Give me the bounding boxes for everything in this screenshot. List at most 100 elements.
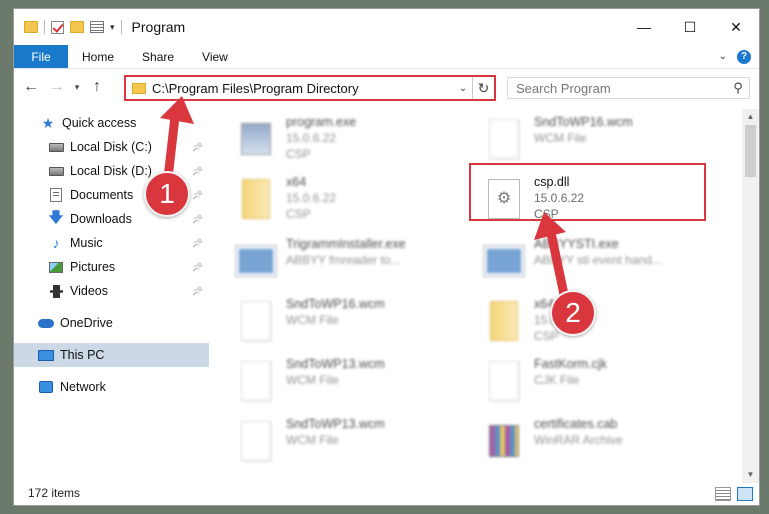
pictures-icon	[48, 260, 64, 274]
pin-icon[interactable]: 📌︎	[192, 166, 203, 177]
file-icon	[482, 115, 526, 163]
ribbon-right-controls: ⌄ ?	[719, 45, 759, 68]
sidebar-item-this-pc[interactable]: This PC	[14, 343, 209, 367]
tab-home[interactable]: Home	[68, 45, 128, 68]
file-type: CJK File	[534, 373, 580, 387]
up-button[interactable]: ↑	[84, 78, 110, 96]
tab-file[interactable]: File	[14, 45, 68, 68]
sidebar-item-onedrive[interactable]: OneDrive	[14, 311, 209, 335]
sidebar-item-label: Downloads	[70, 212, 132, 226]
file-name: program.exe	[286, 115, 357, 129]
file-item[interactable]: certificates.cab WinRAR Archive	[482, 413, 722, 473]
sidebar-item-quick-access[interactable]: ★ Quick access	[14, 111, 209, 135]
pin-icon[interactable]: 📌︎	[192, 286, 203, 297]
file-item-csp-dll[interactable]: ⚙ csp.dll 15.0.6.22 CSP	[482, 171, 722, 231]
close-button[interactable]: ✕	[713, 9, 759, 45]
search-input[interactable]	[508, 80, 727, 96]
file-item[interactable]: x64 15.0.6.22 CSP	[482, 293, 722, 353]
address-path[interactable]: C:\Program Files\Program Directory	[152, 81, 454, 96]
exe-file-icon	[234, 115, 278, 163]
search-box[interactable]: ⚲	[507, 77, 750, 99]
sidebar-item-label: Local Disk (C:)	[70, 140, 152, 154]
file-item[interactable]: TrigrammInstaller.exe ABBYY fmreader to.…	[234, 233, 474, 293]
sidebar-item-label: Music	[70, 236, 103, 250]
sidebar-item-label: Pictures	[70, 260, 116, 274]
refresh-icon[interactable]: ↻	[472, 77, 494, 99]
tab-share[interactable]: Share	[128, 45, 188, 68]
pin-icon[interactable]: 📌︎	[192, 190, 203, 201]
view-buttons	[715, 487, 753, 501]
sidebar-item-music[interactable]: ♪ Music 📌︎	[14, 231, 209, 255]
file-item[interactable]: SndToWP13.wcm WCM File	[234, 413, 474, 473]
sidebar-item-label: OneDrive	[60, 316, 113, 330]
sidebar-item-label: Videos	[70, 284, 108, 298]
maximize-button[interactable]: ☐	[667, 9, 713, 45]
file-description: CSP	[286, 147, 311, 161]
dll-file-icon: ⚙	[482, 175, 526, 223]
sidebar-item-label: Local Disk (D:)	[70, 164, 152, 178]
step-badge-2: 2	[550, 290, 596, 336]
item-count: 172 items	[28, 486, 81, 500]
file-description: ABBYY sti event hand...	[534, 253, 662, 267]
file-name: csp.dll	[534, 175, 570, 189]
file-item[interactable]: SndToWP16.wcm WCM File	[234, 293, 474, 353]
file-icon	[482, 357, 526, 405]
file-type: WCM File	[286, 313, 339, 327]
customize-toolbar-chevron-icon[interactable]: ▾	[110, 22, 115, 33]
new-folder-icon[interactable]	[70, 21, 84, 33]
title-bar: ▾ Program — ☐ ✕	[14, 9, 759, 45]
scrollbar-thumb[interactable]	[745, 125, 756, 177]
pin-icon[interactable]: 📌︎	[192, 214, 203, 225]
sidebar-item-videos[interactable]: Videos 📌︎	[14, 279, 209, 303]
sidebar-item-label: Quick access	[62, 116, 137, 130]
minimize-button[interactable]: —	[621, 9, 667, 45]
file-item[interactable]: FastKorm.cjk CJK File	[482, 353, 722, 413]
sidebar-item-pictures[interactable]: Pictures 📌︎	[14, 255, 209, 279]
window-controls: — ☐ ✕	[621, 9, 759, 45]
help-icon[interactable]: ?	[737, 49, 751, 64]
file-item[interactable]: SndToWP13.wcm WCM File	[234, 353, 474, 413]
back-button[interactable]: ←	[18, 78, 44, 96]
file-item[interactable]: ABBYYSTI.exe ABBYY sti event hand...	[482, 233, 722, 293]
pin-icon[interactable]: 📌︎	[192, 142, 203, 153]
file-name: SndToWP16.wcm	[534, 115, 633, 129]
pin-icon[interactable]: 📌︎	[192, 238, 203, 249]
folder-icon	[24, 21, 38, 33]
tiles-view-icon[interactable]	[737, 487, 753, 501]
details-view-icon[interactable]	[715, 487, 731, 501]
ribbon-tabs: File Home Share View ⌄ ?	[14, 45, 759, 69]
file-item[interactable]: SndToWP16.wcm WCM File	[482, 111, 722, 171]
file-name: SndToWP13.wcm	[286, 417, 385, 431]
properties-check-icon[interactable]	[51, 20, 64, 34]
address-history-chevron-icon[interactable]: ⌄	[454, 83, 472, 94]
file-item[interactable]: program.exe 15.0.6.22 CSP	[234, 111, 474, 171]
star-icon: ★	[41, 114, 55, 131]
expand-ribbon-chevron-icon[interactable]: ⌄	[719, 51, 727, 62]
folder-icon	[132, 82, 146, 94]
folder-icon	[234, 175, 278, 223]
app-file-icon	[234, 237, 278, 285]
pin-icon[interactable]: 📌︎	[192, 262, 203, 273]
forward-button[interactable]: →	[44, 78, 70, 96]
file-name: ABBYYSTI.exe	[534, 237, 619, 251]
sidebar-item-local-disk-c[interactable]: Local Disk (C:) 📌︎	[14, 135, 209, 159]
address-bar[interactable]: C:\Program Files\Program Directory ⌄ ↻	[124, 75, 496, 101]
file-type: WinRAR Archive	[534, 433, 623, 447]
folder-icon	[482, 297, 526, 345]
file-icon	[234, 297, 278, 345]
archive-file-icon	[482, 417, 526, 465]
tab-view[interactable]: View	[188, 45, 242, 68]
search-icon[interactable]: ⚲	[727, 80, 749, 96]
toolbar-divider	[44, 20, 45, 34]
scroll-up-icon[interactable]: ▲	[742, 109, 759, 125]
sidebar-item-network[interactable]: Network	[14, 375, 209, 399]
navigation-bar: ← → ▾ ↑ C:\Program Files\Program Directo…	[14, 69, 759, 105]
file-icon	[234, 357, 278, 405]
recent-locations-chevron-icon[interactable]: ▾	[70, 82, 84, 93]
file-item[interactable]: x64 15.0.6.22 CSP	[234, 171, 474, 231]
file-name: x64	[286, 175, 307, 189]
vertical-scrollbar[interactable]: ▲ ▼	[742, 109, 759, 483]
properties-icon[interactable]	[90, 21, 104, 33]
file-version: 15.0.6.22	[286, 131, 337, 145]
file-icon	[234, 417, 278, 465]
